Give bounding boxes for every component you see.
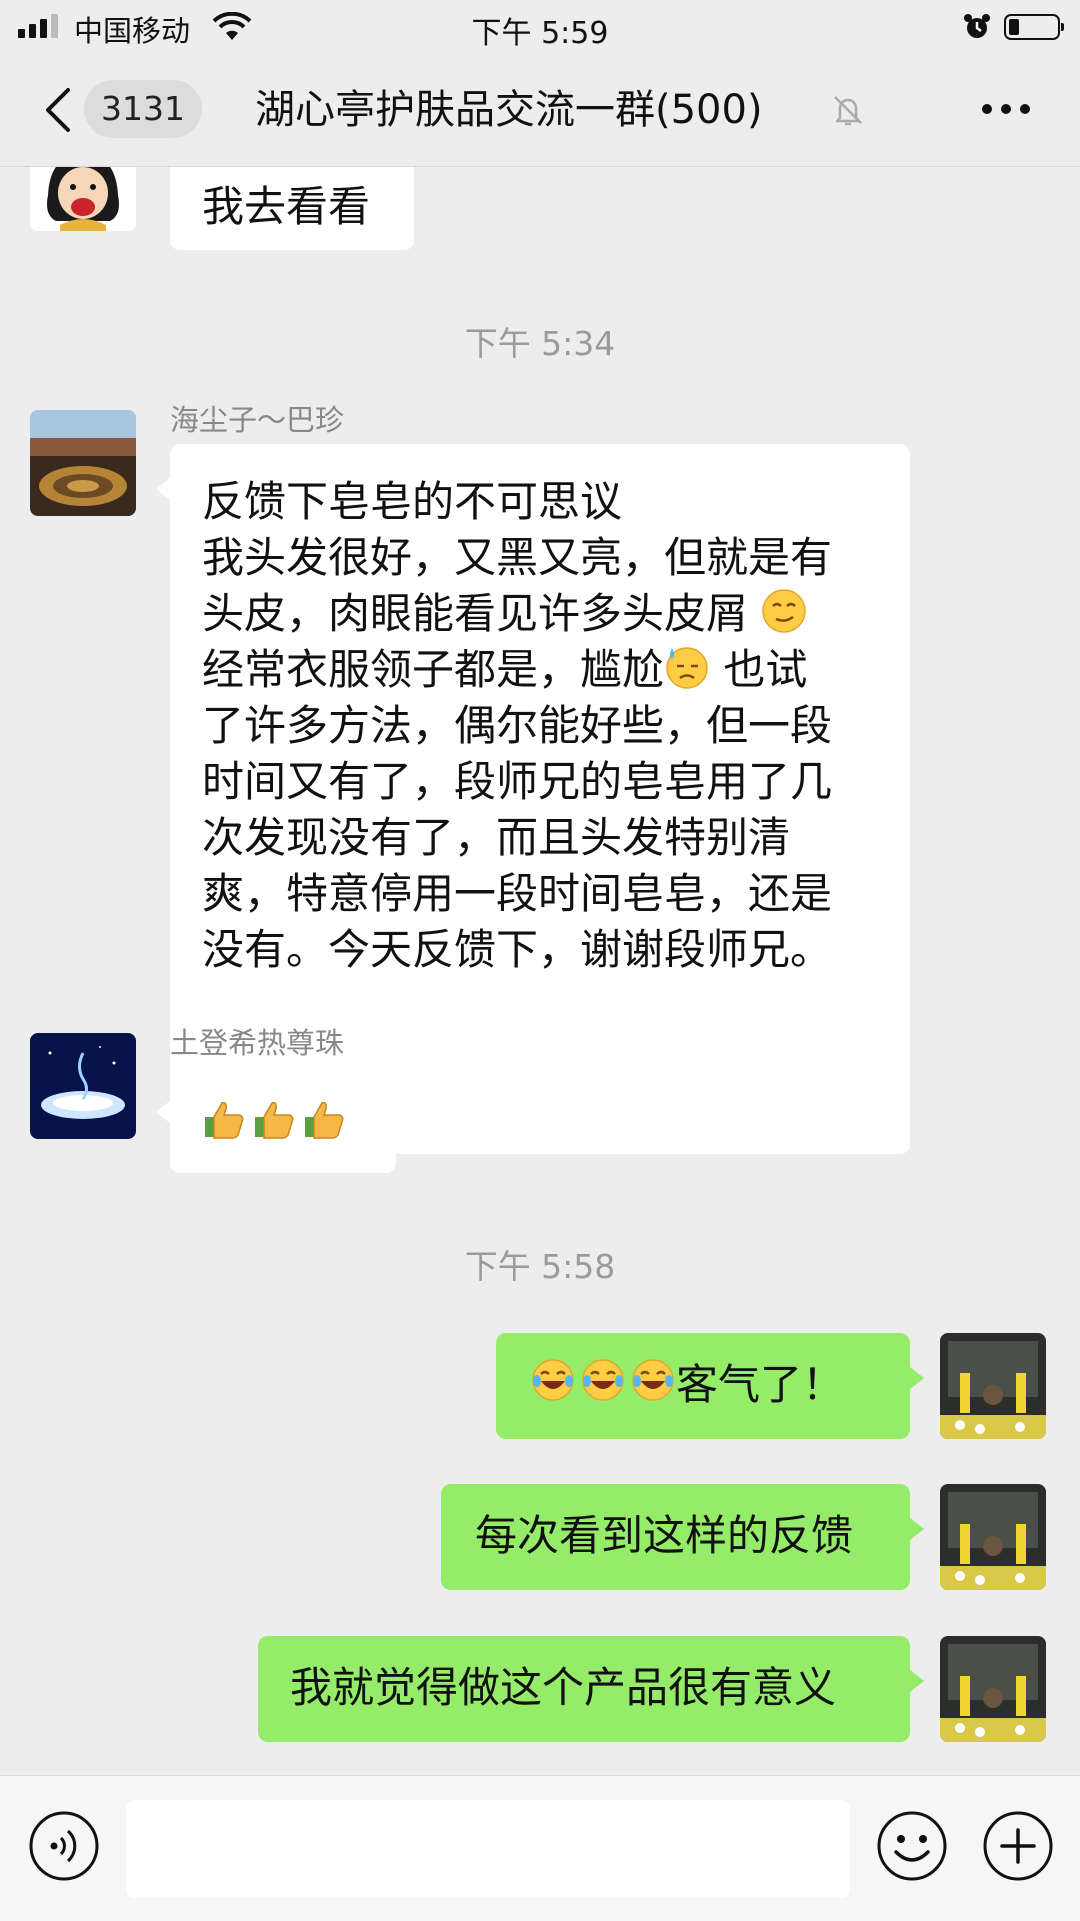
message-bubble-outgoing[interactable]: 我就觉得做这个产品很有意义 — [258, 1636, 924, 1742]
sweat-emoji-icon — [666, 647, 708, 689]
timestamp: 下午 5:58 — [464, 1247, 616, 1286]
sender-name: 海尘子～巴珍 — [170, 403, 345, 437]
avatar-sender-3[interactable] — [30, 1033, 136, 1139]
message-input[interactable] — [126, 1800, 850, 1898]
more-icon[interactable] — [982, 104, 1030, 114]
message-text: 我就觉得做这个产品很有意义 — [290, 1663, 837, 1712]
battery-icon — [1004, 14, 1064, 40]
message-line: 爽，特意停用一段时间皂皂，还是 — [202, 869, 833, 918]
message-bubble-incoming[interactable] — [156, 1067, 396, 1173]
message-line: 次发现没有了，而且头发特别清 — [202, 813, 791, 862]
message-text: 每次看到这样的反馈 — [475, 1511, 854, 1560]
smirk-emoji-icon — [762, 589, 807, 633]
avatar-self[interactable] — [940, 1484, 1046, 1590]
avatar-self[interactable] — [940, 1636, 1046, 1742]
avatar-cartoon-girl[interactable] — [30, 167, 136, 231]
timestamp: 下午 5:34 — [464, 324, 616, 363]
message-line: 反馈下皂皂的不可思议 — [202, 477, 623, 526]
thumbs-up-emoji-icon — [202, 1097, 348, 1143]
message-line: 了许多方法，偶尔能好些，但一段 — [202, 701, 833, 750]
message-bubble-outgoing[interactable]: 每次看到这样的反馈 — [441, 1484, 924, 1590]
unread-count-badge[interactable]: 3131 — [84, 80, 202, 138]
input-bar — [0, 1775, 1080, 1921]
message-line: 经常衣服领子都是，尴尬 — [202, 645, 665, 694]
chat-message-list[interactable]: 我去看看 下午 5:34 海尘子～巴珍 反馈下皂皂的不可思议 我头发很好，又黑又… — [0, 167, 1080, 1775]
plus-icon[interactable] — [982, 1810, 1054, 1882]
message-line: 也试 — [723, 645, 808, 694]
status-time: 下午 5:59 — [471, 16, 609, 51]
nav-bar: 3131 湖心亭护肤品交流一群(500) — [0, 52, 1080, 167]
message-text: 客气了！ — [676, 1360, 845, 1409]
status-bar: 中国移动 下午 5:59 — [0, 0, 1080, 52]
message-line: 我头发很好，又黑又亮，但就是有 — [202, 533, 833, 582]
emoji-icon[interactable] — [876, 1810, 948, 1882]
message-text: 我去看看 — [202, 182, 371, 231]
mute-bell-icon — [834, 96, 862, 126]
laugh-cry-emoji-icon — [530, 1357, 676, 1403]
avatar-sender-2[interactable] — [30, 410, 136, 516]
alarm-icon — [964, 14, 990, 38]
message-bubble-incoming[interactable]: 我去看看 — [170, 167, 414, 250]
voice-icon[interactable] — [28, 1810, 100, 1882]
avatar-self[interactable] — [940, 1333, 1046, 1439]
message-bubble-outgoing[interactable]: 客气了！ — [496, 1333, 924, 1439]
message-line: 头皮，肉眼能看见许多头皮屑 — [202, 589, 749, 638]
back-icon[interactable] — [40, 86, 76, 134]
message-line: 没有。今天反馈下，谢谢段师兄。 — [202, 925, 833, 974]
sender-name: 土登希热尊珠 — [170, 1026, 345, 1060]
message-line: 时间又有了，段师兄的皂皂用了几 — [202, 757, 833, 806]
chat-title[interactable]: 湖心亭护肤品交流一群(500) — [255, 82, 763, 138]
